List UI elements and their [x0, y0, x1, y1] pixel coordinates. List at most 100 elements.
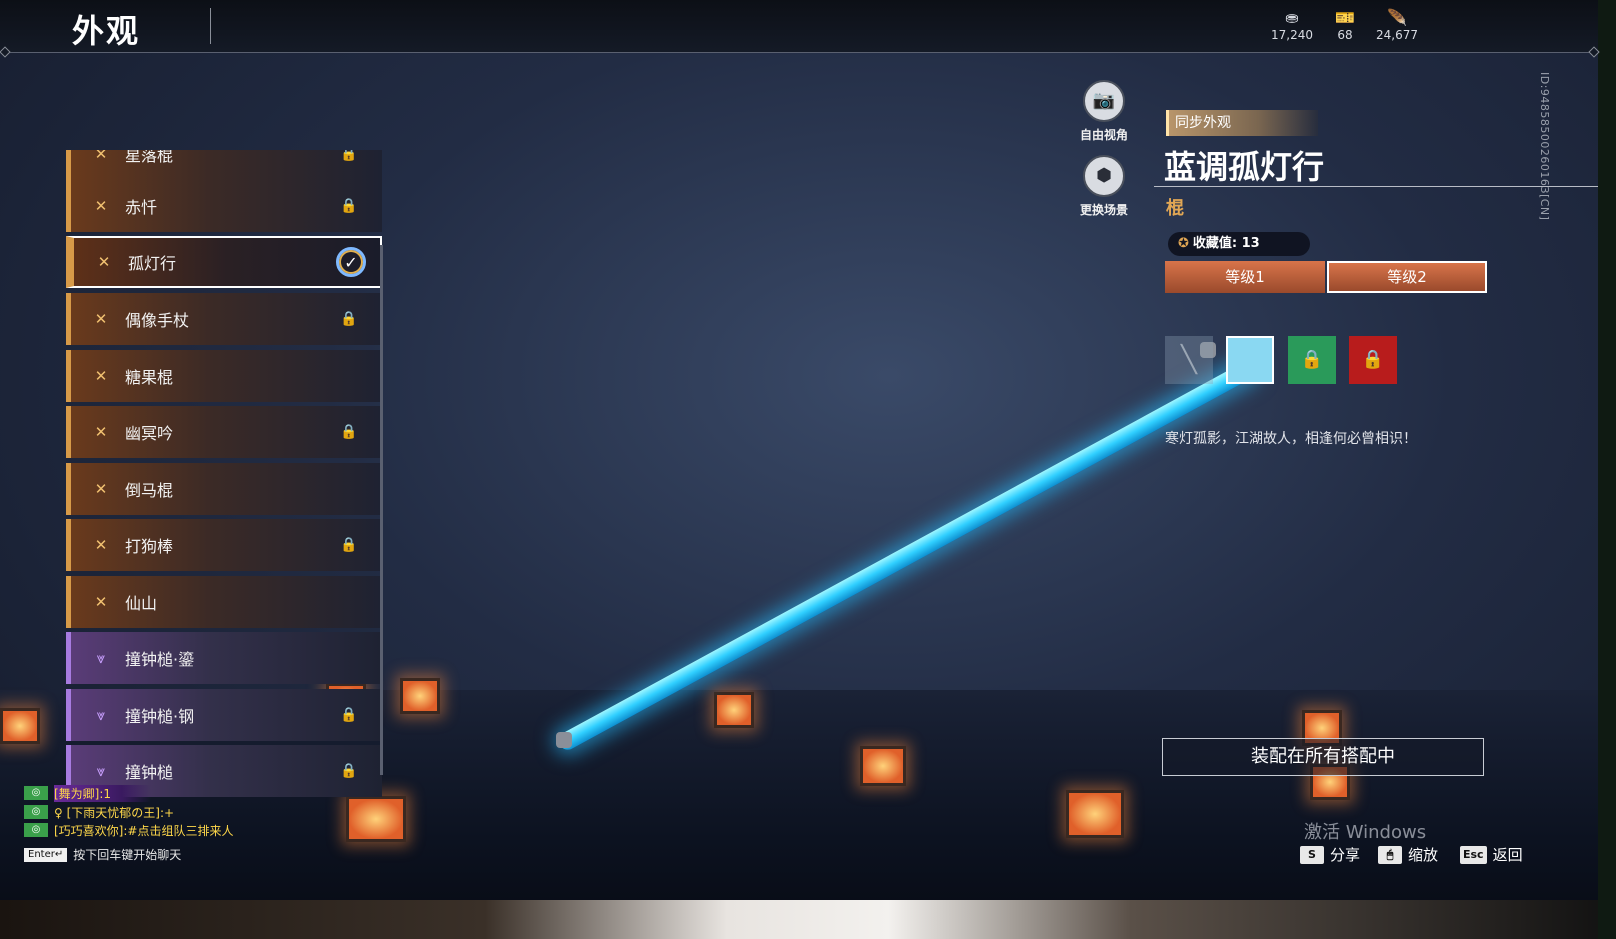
activate-windows-watermark: 激活 Windows: [1304, 822, 1427, 843]
rarity-icon: ✕: [94, 536, 108, 554]
enter-key-badge: Enter↵: [24, 847, 68, 862]
item-name: 倒马棍: [125, 481, 174, 500]
level-tab-1[interactable]: 等级1: [1165, 261, 1325, 293]
title-divider: [210, 8, 211, 44]
lock-icon: 🔒: [340, 198, 358, 214]
ticket-icon: 🎫: [1335, 8, 1355, 27]
feather-icon: 🪶: [1387, 8, 1407, 27]
currency-value: 68: [1337, 28, 1353, 42]
scene-icon: ⬢: [1083, 155, 1125, 197]
title-underline: [1154, 186, 1598, 187]
rarity-icon: ✕: [94, 197, 108, 215]
hint-label: 返回: [1492, 846, 1523, 864]
zoom-hint[interactable]: 🖱 缩放: [1378, 844, 1438, 865]
item-name: 偶像手杖: [125, 311, 190, 330]
chat-input-label: 按下回车键开始聊天: [73, 848, 182, 862]
equipped-check-icon: ✓: [336, 247, 366, 277]
collect-label: 收藏值: 13: [1192, 236, 1260, 251]
list-item[interactable]: ✕ 偶像手杖 🔒: [66, 293, 382, 345]
swatch-none[interactable]: ╲: [1165, 336, 1213, 384]
item-name: 撞钟槌·鎏: [125, 650, 195, 669]
chat-text: [舞为卿]:1: [54, 784, 152, 802]
lantern-decoration: [346, 796, 406, 842]
swatch-green-locked[interactable]: 🔒: [1288, 336, 1336, 384]
lantern-decoration: [714, 692, 754, 728]
lock-icon: 🔒: [340, 537, 358, 553]
item-name: 撞钟槌: [125, 763, 174, 782]
item-name: 仙山: [125, 594, 158, 613]
item-category: 棍: [1166, 198, 1184, 219]
chat-text: ♀ [下雨天忧郁の王]:+: [54, 805, 175, 820]
window-edge: [1598, 0, 1616, 939]
key-badge: Esc: [1460, 845, 1487, 864]
item-name: 赤忏: [125, 198, 158, 217]
chat-message[interactable]: ◎ [舞为卿]:1: [24, 784, 152, 802]
coin-icon: ⛂: [1285, 8, 1299, 27]
item-name: 幽冥吟: [125, 424, 174, 443]
level-tab-2[interactable]: 等级2: [1327, 261, 1487, 293]
rarity-icon: ⩔: [96, 706, 106, 724]
item-name: 打狗棒: [125, 537, 174, 556]
free-view-label: 自由视角: [1079, 128, 1128, 142]
lantern-decoration: [0, 708, 40, 744]
share-hint[interactable]: S 分享: [1300, 844, 1360, 865]
change-scene-button[interactable]: ⬢ 更换场景: [1072, 155, 1136, 218]
rarity-icon: ⩔: [96, 762, 106, 780]
world-channel-icon: ◎: [24, 823, 48, 837]
appearance-list[interactable]: ✕ 星落棍 🔒 ✕ 赤忏 🔒 ✕ 孤灯行 ✓ ✕ 偶像手杖 🔒 ✕ 糖果棍 ✕ …: [66, 150, 388, 798]
lock-icon: 🔒: [340, 311, 358, 327]
lock-icon: 🔒: [340, 763, 358, 779]
currency-value: 24,677: [1376, 28, 1418, 42]
lantern-decoration: [1066, 790, 1124, 838]
list-item[interactable]: ✕ 倒马棍: [66, 463, 382, 515]
chat-message[interactable]: ◎ ♀ [下雨天忧郁の王]:+: [24, 804, 174, 820]
item-name: 孤灯行: [128, 254, 177, 273]
player-id: ID:9485850026016З[CN]: [1538, 72, 1551, 221]
item-name: 撞钟槌·钢: [125, 707, 195, 726]
lock-icon: 🔒: [1300, 349, 1324, 370]
currency-ticket[interactable]: 🎫 68: [1315, 8, 1375, 42]
character-preview-strip: [0, 900, 1616, 939]
list-item[interactable]: ✕ 糖果棍: [66, 350, 382, 402]
free-view-button[interactable]: 📷 自由视角: [1072, 80, 1136, 143]
rarity-icon: ✕: [94, 150, 108, 163]
list-item[interactable]: ✕ 幽冥吟 🔒: [66, 406, 382, 458]
rarity-icon: ✕: [94, 593, 108, 611]
rarity-icon: ✕: [94, 310, 108, 328]
currency-coin[interactable]: ⛂ 17,240: [1262, 8, 1322, 42]
rarity-icon: ✕: [97, 253, 111, 271]
key-badge: S: [1300, 845, 1324, 864]
no-color-icon: ╲: [1181, 345, 1197, 375]
list-scrollbar[interactable]: [380, 245, 383, 775]
swatch-cyan[interactable]: [1226, 336, 1274, 384]
item-name: 星落棍: [125, 150, 174, 165]
list-item[interactable]: ⩔ 撞钟槌·鎏: [66, 632, 382, 684]
swatch-red-locked[interactable]: 🔒: [1349, 336, 1397, 384]
currency-feather[interactable]: 🪶 24,677: [1367, 8, 1427, 42]
lock-icon: 🔒: [340, 707, 358, 723]
hint-label: 缩放: [1408, 846, 1439, 864]
rarity-icon: ✕: [94, 480, 108, 498]
item-description: 寒灯孤影，江湖故人，相逢何必曾相识！: [1165, 431, 1417, 447]
back-hint[interactable]: Esc 返回: [1460, 844, 1523, 865]
lock-icon: 🔒: [1361, 349, 1385, 370]
rarity-icon: ✕: [94, 423, 108, 441]
page-title: 外观: [72, 12, 141, 50]
collect-value-badge: ✪ 收藏值: 13: [1168, 232, 1310, 256]
list-item-selected[interactable]: ✕ 孤灯行 ✓: [66, 236, 382, 288]
hint-label: 分享: [1330, 846, 1361, 864]
list-item[interactable]: ✕ 打狗棒 🔒: [66, 519, 382, 571]
change-scene-label: 更换场景: [1079, 203, 1128, 217]
lantern-decoration: [860, 746, 906, 786]
rarity-icon: ✕: [94, 367, 108, 385]
currency-value: 17,240: [1271, 28, 1313, 42]
list-item[interactable]: ✕ 仙山: [66, 576, 382, 628]
equip-all-button[interactable]: 装配在所有搭配中: [1162, 738, 1484, 776]
chat-message[interactable]: ◎ [巧巧喜欢你]:#点击组队三排来人: [24, 822, 233, 838]
chat-input-hint[interactable]: Enter↵ 按下回车键开始聊天: [24, 846, 181, 863]
world-channel-icon: ◎: [24, 805, 48, 819]
list-item[interactable]: ✕ 星落棍 🔒: [66, 150, 382, 180]
list-item[interactable]: ✕ 赤忏 🔒: [66, 180, 382, 232]
list-item[interactable]: ⩔ 撞钟槌·钢 🔒: [66, 689, 382, 741]
item-title: 蓝调孤灯行: [1164, 148, 1325, 186]
